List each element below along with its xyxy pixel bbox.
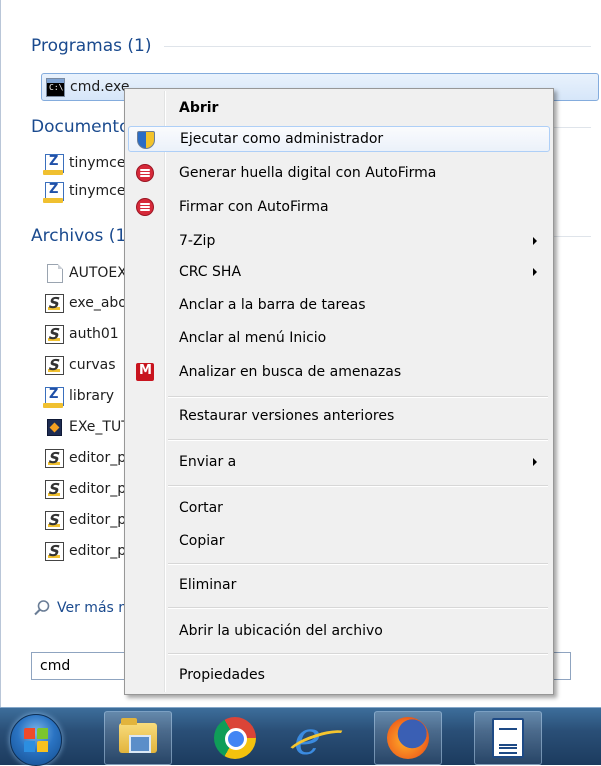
taskbar-button-windows-explorer[interactable] xyxy=(104,711,172,765)
python-file-icon xyxy=(45,479,64,499)
menu-separator xyxy=(168,439,548,441)
zim-icon xyxy=(43,153,64,175)
menu-item-propiedades[interactable]: Propiedades xyxy=(128,662,550,688)
menu-separator xyxy=(168,563,548,565)
menu-item-7zip[interactable]: 7-Zip xyxy=(128,228,550,254)
python-file-icon xyxy=(45,324,64,344)
menu-item-anclar-barra-tareas[interactable]: Anclar a la barra de tareas xyxy=(128,292,550,318)
python-file-icon xyxy=(45,293,64,313)
autofirma-icon xyxy=(136,198,154,216)
menu-separator xyxy=(168,485,548,487)
python-file-icon xyxy=(45,510,64,530)
taskbar: e xyxy=(0,707,601,766)
context-menu: Abrir Ejecutar como administrador Genera… xyxy=(124,88,554,695)
search-icon xyxy=(34,600,50,616)
python-file-icon xyxy=(45,448,64,468)
menu-separator xyxy=(168,653,548,655)
submenu-arrow-icon xyxy=(533,268,537,276)
menu-item-analizar-amenazas[interactable]: Analizar en busca de amenazas xyxy=(128,359,550,385)
menu-item-abrir[interactable]: Abrir xyxy=(128,95,550,121)
menu-item-enviar-a[interactable]: Enviar a xyxy=(128,449,550,475)
result-file[interactable]: library xyxy=(43,383,114,409)
ie-icon: e xyxy=(294,715,360,761)
taskbar-button-internet-explorer[interactable]: e xyxy=(293,711,361,765)
autofirma-icon xyxy=(136,164,154,182)
taskbar-button-google-chrome[interactable] xyxy=(201,711,269,765)
menu-item-restaurar-versiones[interactable]: Restaurar versiones anteriores xyxy=(128,403,550,429)
writer-icon xyxy=(492,718,524,758)
submenu-arrow-icon xyxy=(533,237,537,245)
menu-item-abrir-ubicacion[interactable]: Abrir la ubicación del archivo xyxy=(128,618,550,644)
menu-item-anclar-menu-inicio[interactable]: Anclar al menú Inicio xyxy=(128,325,550,351)
menu-item-firmar-autofirma[interactable]: Firmar con AutoFirma xyxy=(128,194,550,220)
mcafee-icon xyxy=(136,363,154,381)
folder-icon xyxy=(119,718,157,753)
menu-item-ejecutar-como-administrador[interactable]: Ejecutar como administrador xyxy=(128,126,550,152)
menu-item-cortar[interactable]: Cortar xyxy=(128,495,550,521)
menu-item-copiar[interactable]: Copiar xyxy=(128,528,550,554)
zim-icon xyxy=(43,181,64,203)
result-file[interactable]: curvas xyxy=(45,352,115,378)
menu-separator xyxy=(168,607,548,609)
menu-item-crc-sha[interactable]: CRC SHA xyxy=(128,259,550,285)
cmd-icon: C:\ xyxy=(46,77,65,97)
menu-separator xyxy=(168,396,548,398)
result-file[interactable]: auth01 xyxy=(45,321,119,347)
taskbar-button-libreoffice-writer[interactable] xyxy=(474,711,542,765)
section-header-programs[interactable]: Programas (1) xyxy=(31,34,591,58)
text-file-icon xyxy=(47,263,63,283)
zim-icon xyxy=(43,386,64,408)
taskbar-button-firefox[interactable] xyxy=(374,711,442,765)
python-file-icon xyxy=(45,541,64,561)
menu-item-eliminar[interactable]: Eliminar xyxy=(128,572,550,598)
submenu-arrow-icon xyxy=(533,458,537,466)
menu-item-generar-huella-autofirma[interactable]: Generar huella digital con AutoFirma xyxy=(128,160,550,186)
start-button[interactable] xyxy=(10,714,62,766)
firefox-icon xyxy=(387,717,429,759)
chrome-icon xyxy=(214,717,256,759)
uac-shield-icon xyxy=(137,131,155,149)
python-file-icon xyxy=(45,355,64,375)
pdf-file-icon xyxy=(47,418,62,436)
